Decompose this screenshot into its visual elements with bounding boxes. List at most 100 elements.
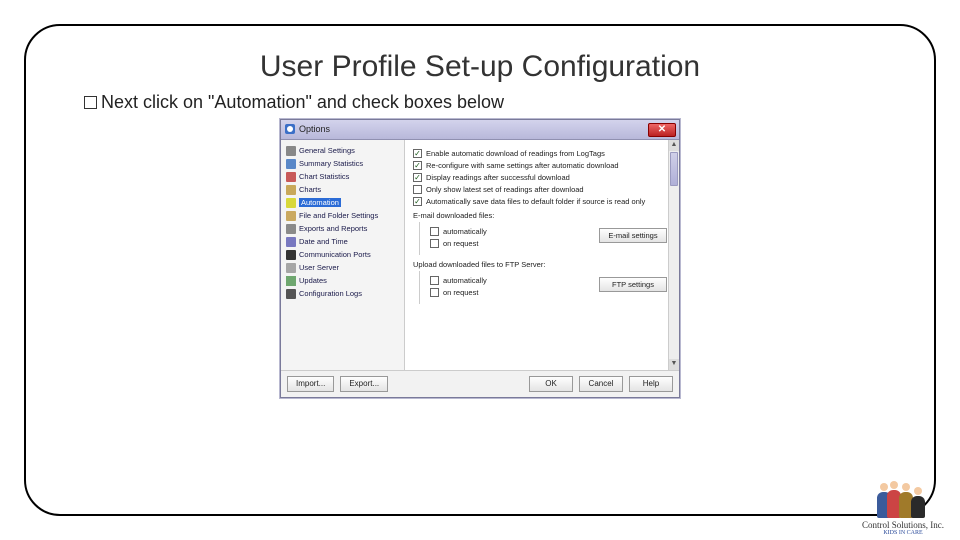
import-button[interactable]: Import... [287, 376, 334, 392]
window-footer: Import... Export... OK Cancel Help [281, 370, 679, 397]
checkbox-label: Display readings after successful downlo… [426, 173, 570, 182]
ftp-settings-button[interactable]: FTP settings [599, 277, 667, 292]
scroll-up-icon: ▲ [669, 140, 679, 151]
chart-stats-icon [286, 172, 296, 182]
slide-instruction: Next click on "Automation" and check box… [84, 92, 894, 113]
slide-title: User Profile Set-up Configuration [66, 50, 894, 84]
sidebar-item-user-server[interactable]: User Server [283, 261, 402, 274]
logo-illustration [877, 478, 929, 518]
email-group-heading: E-mail downloaded files: [413, 211, 671, 220]
checkbox-icon [430, 288, 439, 297]
sidebar-item-label: Automation [299, 198, 341, 207]
checkbox-icon [413, 161, 422, 170]
sidebar-item-date-time[interactable]: Date and Time [283, 235, 402, 248]
checkbox-auto-save-default[interactable]: Automatically save data files to default… [413, 197, 671, 206]
sidebar-item-label: Configuration Logs [299, 289, 362, 298]
checkbox-only-latest[interactable]: Only show latest set of readings after d… [413, 185, 671, 194]
email-group: automatically on request E-mail settings [419, 222, 671, 255]
sidebar-item-automation[interactable]: Automation [283, 196, 402, 209]
checkbox-icon [430, 227, 439, 236]
checkbox-ftp-automatically[interactable]: automatically [430, 276, 589, 285]
checkbox-icon [413, 173, 422, 182]
checkbox-icon [413, 197, 422, 206]
checkbox-label: automatically [443, 227, 487, 236]
checkbox-icon [430, 239, 439, 248]
checkbox-label: Only show latest set of readings after d… [426, 185, 584, 194]
sidebar-item-label: Summary Statistics [299, 159, 363, 168]
log-icon [286, 289, 296, 299]
sidebar-item-label: User Server [299, 263, 339, 272]
window-body: General Settings Summary Statistics Char… [281, 140, 679, 370]
sidebar-item-label: Exports and Reports [299, 224, 367, 233]
export-icon [286, 224, 296, 234]
close-icon: ✕ [658, 124, 666, 136]
app-icon [285, 124, 295, 134]
folder-icon [286, 211, 296, 221]
options-content: Enable automatic download of readings fr… [405, 140, 679, 370]
checkbox-enable-auto-download[interactable]: Enable automatic download of readings fr… [413, 149, 671, 158]
arrow-up-icon [286, 276, 296, 286]
sidebar-item-label: Date and Time [299, 237, 348, 246]
slide-frame: User Profile Set-up Configuration Next c… [24, 24, 936, 516]
help-button[interactable]: Help [629, 376, 673, 392]
ok-button[interactable]: OK [529, 376, 573, 392]
sidebar-item-updates[interactable]: Updates [283, 274, 402, 287]
sidebar-item-config-logs[interactable]: Configuration Logs [283, 287, 402, 300]
sidebar-item-label: Updates [299, 276, 327, 285]
titlebar-left: Options [285, 124, 330, 135]
cancel-button[interactable]: Cancel [579, 376, 623, 392]
sidebar-item-label: Communication Ports [299, 250, 371, 259]
sidebar-item-file-folder[interactable]: File and Folder Settings [283, 209, 402, 222]
checkbox-ftp-on-request[interactable]: on request [430, 288, 589, 297]
sidebar-item-label: Charts [299, 185, 321, 194]
summary-icon [286, 159, 296, 169]
company-logo: Control Solutions, Inc. KIDS IN CARE [858, 478, 948, 536]
logo-tagline: KIDS IN CARE [858, 530, 948, 536]
user-icon [286, 263, 296, 273]
checkbox-label: Automatically save data files to default… [426, 197, 645, 206]
scrollbar-track[interactable] [669, 187, 679, 359]
options-sidebar: General Settings Summary Statistics Char… [281, 140, 405, 370]
window-title: Options [299, 124, 330, 135]
export-button[interactable]: Export... [340, 376, 388, 392]
vertical-scrollbar[interactable]: ▲ ▼ [668, 140, 679, 370]
checkbox-label: Re-configure with same settings after au… [426, 161, 619, 170]
options-window: Options ✕ General Settings Summary Stati… [280, 119, 680, 398]
checkbox-label: Enable automatic download of readings fr… [426, 149, 605, 158]
ftp-group: automatically on request FTP settings [419, 271, 671, 304]
sidebar-item-comm-ports[interactable]: Communication Ports [283, 248, 402, 261]
checkbox-icon [413, 149, 422, 158]
screenshot-container: Options ✕ General Settings Summary Stati… [66, 119, 894, 398]
checkbox-display-after[interactable]: Display readings after successful downlo… [413, 173, 671, 182]
checkbox-icon [430, 276, 439, 285]
checkbox-icon [413, 185, 422, 194]
checkbox-label: on request [443, 288, 478, 297]
logo-company-name: Control Solutions, Inc. [858, 520, 948, 530]
close-button[interactable]: ✕ [648, 123, 676, 137]
sidebar-item-label: Chart Statistics [299, 172, 349, 181]
sidebar-item-chart-statistics[interactable]: Chart Statistics [283, 170, 402, 183]
checkbox-label: on request [443, 239, 478, 248]
sidebar-item-exports-reports[interactable]: Exports and Reports [283, 222, 402, 235]
scrollbar-thumb[interactable] [670, 152, 678, 186]
port-icon [286, 250, 296, 260]
clock-icon [286, 237, 296, 247]
gear-icon [286, 146, 296, 156]
ftp-group-heading: Upload downloaded files to FTP Server: [413, 260, 671, 269]
sidebar-item-general-settings[interactable]: General Settings [283, 144, 402, 157]
sidebar-item-charts[interactable]: Charts [283, 183, 402, 196]
checkbox-email-on-request[interactable]: on request [430, 239, 589, 248]
instruction-text: Next click on "Automation" and check box… [101, 92, 504, 112]
bullet-icon [84, 96, 97, 109]
sidebar-item-summary-statistics[interactable]: Summary Statistics [283, 157, 402, 170]
checkbox-reconfigure-same[interactable]: Re-configure with same settings after au… [413, 161, 671, 170]
sidebar-item-label: General Settings [299, 146, 355, 155]
sidebar-item-label: File and Folder Settings [299, 211, 378, 220]
window-titlebar: Options ✕ [281, 120, 679, 140]
automation-icon [286, 198, 296, 208]
checkbox-email-automatically[interactable]: automatically [430, 227, 589, 236]
email-settings-button[interactable]: E-mail settings [599, 228, 667, 243]
charts-icon [286, 185, 296, 195]
checkbox-label: automatically [443, 276, 487, 285]
scroll-down-icon: ▼ [669, 359, 679, 370]
